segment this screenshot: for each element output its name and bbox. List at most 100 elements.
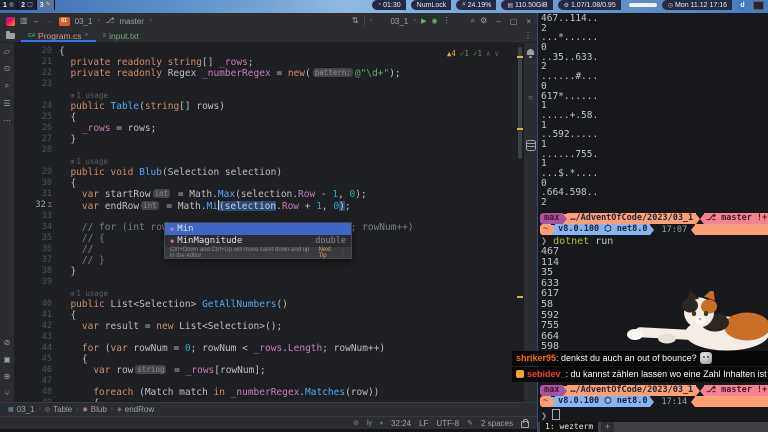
more-tools-icon[interactable]: ⋯ bbox=[3, 116, 11, 125]
tab-input-txt[interactable]: ≡ input.txt bbox=[96, 29, 146, 42]
nuget-icon[interactable]: ○ bbox=[528, 93, 533, 102]
git-branch-name[interactable]: master bbox=[120, 17, 144, 26]
language-indicator[interactable]: ly bbox=[367, 420, 372, 427]
run-tool-icon[interactable]: ⊘ bbox=[4, 338, 11, 347]
forward-icon[interactable]: → bbox=[46, 17, 54, 25]
terminal-line: ......#... bbox=[541, 71, 599, 83]
breadcrumb-item-blub[interactable]: ◉ Blub bbox=[83, 405, 107, 414]
editor-tab-bar: C# Program.cs × ≡ input.txt ⋮ bbox=[0, 29, 537, 43]
terminal-line: ..35..633. bbox=[541, 51, 599, 63]
popup-kebab-icon[interactable]: ⋮ bbox=[340, 249, 346, 256]
structure-icon[interactable]: ☰ bbox=[3, 99, 10, 108]
vcs-update-icon[interactable]: ⇅ bbox=[352, 17, 359, 25]
tab-options-kebab-icon[interactable]: ⋮ bbox=[524, 31, 537, 40]
prev-issue-icon[interactable]: ∧ bbox=[486, 49, 491, 58]
code-line-39: 39 bbox=[14, 277, 524, 288]
maximize-button[interactable]: ▢ bbox=[510, 17, 518, 26]
breadcrumb-item-endrow[interactable]: ◈ endRow bbox=[117, 405, 154, 414]
caret-position[interactable]: 32:24 bbox=[391, 419, 411, 428]
load-icon: ⚙ bbox=[563, 2, 569, 9]
terminal-line: 467..114.. bbox=[541, 13, 599, 24]
dotnet-icon: ⬡ bbox=[604, 396, 612, 406]
run-config-name[interactable]: 03_1 bbox=[390, 17, 408, 26]
gutter-line-number: 27 bbox=[41, 134, 52, 144]
code-line-28: 28 bbox=[14, 145, 524, 156]
terminal-line: ......755. bbox=[541, 148, 599, 160]
code-line-41: 41 { bbox=[14, 310, 524, 321]
gutter-line-number: 32 ⌶ bbox=[35, 200, 52, 210]
rider-logo-icon[interactable] bbox=[6, 16, 15, 26]
tray-d-app-icon[interactable]: d bbox=[738, 0, 747, 10]
services-tool-icon[interactable]: ⑂ bbox=[5, 389, 10, 398]
usage-hint: 1 usage bbox=[76, 91, 108, 100]
volume-bar bbox=[628, 3, 657, 7]
git-branch-icon: ⎇ bbox=[706, 213, 716, 223]
editor-scrollbar[interactable] bbox=[518, 47, 522, 159]
next-issue-icon[interactable]: ∨ bbox=[494, 49, 499, 58]
workspace-1[interactable]: 1 ◍ bbox=[0, 0, 19, 10]
gutter-line-number: 45 bbox=[41, 354, 52, 364]
breadcrumb-item-03_1[interactable]: ▦ 03_1 bbox=[8, 405, 34, 414]
debug-button[interactable]: ◉ bbox=[432, 17, 438, 25]
edit-mode-pencil-icon[interactable]: ✎ bbox=[467, 419, 473, 427]
inspections-off-icon[interactable]: ⊘ bbox=[353, 419, 359, 427]
terminal-tool-icon[interactable]: ▣ bbox=[3, 355, 11, 364]
workspace-3[interactable]: 3 ✎ bbox=[36, 0, 55, 10]
breadcrumb-item-table[interactable]: ◎ Table bbox=[45, 405, 72, 414]
gutter-line-number: 49 bbox=[14, 398, 59, 402]
search-everywhere-icon[interactable]: ⌕ bbox=[5, 81, 9, 91]
vcs-incoming-icon[interactable]: ▾ bbox=[380, 420, 383, 427]
terminal-grid-output: 467..114.. 2 ...*...... 0 ..35..633. 2 ......#… bbox=[541, 14, 768, 208]
prompt-right-segment bbox=[695, 224, 768, 235]
warning-stripe-mark[interactable] bbox=[517, 296, 523, 298]
terminal-input-line[interactable]: ❯ bbox=[541, 409, 561, 422]
warning-stripe-mark[interactable] bbox=[517, 56, 523, 58]
prompt-git-status: ⎇ master !+? bbox=[704, 213, 768, 224]
completion-item-min[interactable]: ◆ Min bbox=[165, 223, 351, 235]
tray-screen-icon[interactable] bbox=[753, 0, 764, 10]
next-tip-link[interactable]: Next Tip bbox=[318, 247, 337, 259]
settings-gear-icon[interactable]: ⚙ bbox=[480, 17, 487, 25]
file-encoding[interactable]: UTF-8 bbox=[436, 419, 459, 428]
commit-icon[interactable]: ⊙ bbox=[4, 64, 11, 73]
gutter-line-number: 21 bbox=[41, 57, 52, 67]
search-icon[interactable]: ⌕ bbox=[471, 17, 475, 25]
completion-item-minmagnitude[interactable]: ◆ MinMagnitude double bbox=[165, 235, 351, 247]
solution-icon[interactable]: 01 bbox=[58, 16, 70, 26]
top-status-bar: 1 ◍ 2 ▢ 3 ✎ ◔ 01:30 NumLock #24.19% ▤ 110.50GiB ⚙ 1.… bbox=[0, 0, 768, 10]
gutter-line-number: 35 bbox=[41, 233, 52, 243]
inspection-widget[interactable]: ▲4 ✓1 ✓1 ∧ ∨ bbox=[441, 48, 504, 59]
gutter-line-number: 36 bbox=[41, 244, 52, 254]
select-opened-file-icon[interactable] bbox=[6, 30, 15, 39]
workspace-2[interactable]: 2 ▢ bbox=[18, 0, 37, 10]
readonly-lock-icon[interactable] bbox=[521, 418, 529, 428]
prompt-user: max bbox=[540, 385, 564, 396]
terminal-line: ...$.*.... bbox=[541, 168, 599, 179]
warning-stripe-mark[interactable] bbox=[517, 128, 523, 130]
problems-tool-icon[interactable]: ⊕ bbox=[4, 372, 11, 381]
notifications-bell-icon[interactable] bbox=[527, 49, 534, 58]
code-line-38: 38 } bbox=[14, 266, 524, 277]
git-branch-icon[interactable]: ⎇ bbox=[105, 17, 114, 25]
vcs-chevron-icon[interactable]: ˅ bbox=[370, 18, 373, 24]
disk-icon: ▤ bbox=[507, 2, 513, 9]
minimize-button[interactable]: – bbox=[496, 17, 500, 26]
tab-close-icon[interactable]: × bbox=[85, 32, 89, 39]
tmux-tab[interactable]: 1: wezterm bbox=[540, 422, 599, 432]
code-editor[interactable]: 20{21 private readonly string[] _rows; 22… bbox=[14, 43, 524, 402]
gutter-line-number: 47 bbox=[41, 376, 52, 386]
tab-program-cs[interactable]: C# Program.cs × bbox=[21, 29, 96, 42]
completion-hint-footer: Ctrl+Down and Ctrl+Up will move caret do… bbox=[165, 247, 351, 259]
chat-message: shriker95: denkst du auch an out of boun… bbox=[512, 351, 768, 366]
solution-name[interactable]: 03_1 bbox=[75, 17, 93, 26]
indent-setting[interactable]: 2 spaces bbox=[481, 419, 513, 428]
close-button[interactable]: × bbox=[526, 17, 531, 26]
line-separator[interactable]: LF bbox=[419, 419, 428, 428]
database-icon[interactable] bbox=[525, 140, 536, 151]
run-button[interactable]: ▶ bbox=[421, 17, 426, 25]
tmux-new-tab-button[interactable]: + bbox=[601, 422, 614, 432]
project-window-icon[interactable]: ▥ bbox=[20, 17, 28, 25]
more-actions-icon[interactable]: ⋮ bbox=[443, 17, 451, 25]
project-folder-icon[interactable]: ▱ bbox=[4, 47, 10, 56]
back-icon[interactable]: ← bbox=[33, 17, 41, 25]
